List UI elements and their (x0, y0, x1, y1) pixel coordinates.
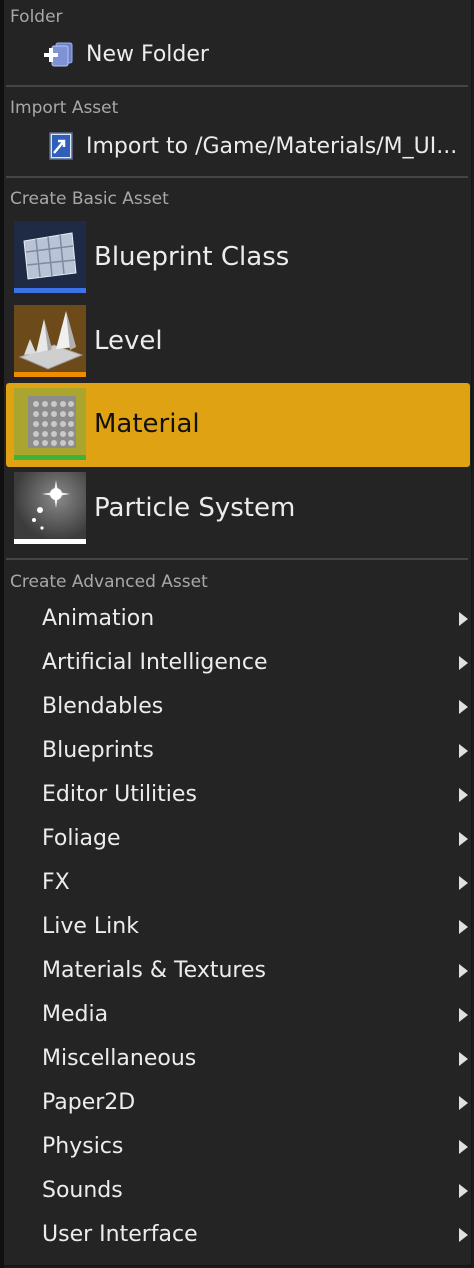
chevron-right-icon (459, 612, 468, 626)
chevron-right-icon (459, 1008, 468, 1022)
blueprint-class-icon (14, 221, 86, 293)
submenu-item-label: Materials & Textures (42, 958, 266, 983)
submenu-item-paper2d[interactable]: Paper2D (4, 1082, 472, 1126)
blueprint-class-label: Blueprint Class (94, 242, 290, 272)
submenu-item-editor-utilities[interactable]: Editor Utilities (4, 774, 472, 818)
submenu-item-label: Sounds (42, 1178, 123, 1203)
submenu-item-blueprints[interactable]: Blueprints (4, 730, 472, 774)
new-folder-menu-item[interactable]: New Folder (4, 34, 472, 74)
submenu-item-blendables[interactable]: Blendables (4, 686, 472, 730)
submenu-item-sounds[interactable]: Sounds (4, 1170, 472, 1214)
submenu-item-label: Blueprints (42, 738, 154, 763)
chevron-right-icon (459, 1052, 468, 1066)
level-color-bar (14, 372, 86, 377)
level-icon (14, 305, 86, 377)
chevron-right-icon (459, 832, 468, 846)
chevron-right-icon (459, 964, 468, 978)
submenu-item-label: Foliage (42, 826, 121, 851)
section-header-advanced: Create Advanced Asset (10, 572, 208, 592)
submenu-item-label: Media (42, 1002, 109, 1027)
chevron-right-icon (459, 920, 468, 934)
submenu-item-physics[interactable]: Physics (4, 1126, 472, 1170)
chevron-right-icon (459, 744, 468, 758)
chevron-right-icon (459, 1140, 468, 1154)
submenu-item-label: Blendables (42, 694, 164, 719)
submenu-item-label: Paper2D (42, 1090, 136, 1115)
submenu-item-label: Physics (42, 1134, 124, 1159)
submenu-item-label: FX (42, 870, 70, 895)
blueprint-class-menu-item[interactable]: Blueprint Class (6, 216, 470, 300)
submenu-item-label: User Interface (42, 1222, 198, 1247)
separator (6, 176, 468, 178)
chevron-right-icon (459, 788, 468, 802)
submenu-item-live-link[interactable]: Live Link (4, 906, 472, 950)
chevron-right-icon (459, 876, 468, 890)
section-header-basic: Create Basic Asset (10, 189, 169, 209)
chevron-right-icon (459, 700, 468, 714)
context-menu: Folder New Folder Import Asset Import to… (4, 0, 472, 1266)
submenu-item-label: Live Link (42, 914, 139, 939)
submenu-item-media[interactable]: Media (4, 994, 472, 1038)
submenu-item-label: Miscellaneous (42, 1046, 197, 1071)
new-folder-label: New Folder (86, 42, 209, 67)
chevron-right-icon (459, 1184, 468, 1198)
level-label: Level (94, 326, 163, 356)
submenu-item-label: Editor Utilities (42, 782, 197, 807)
material-label: Material (94, 409, 200, 439)
import-label: Import to /Game/Materials/M_UI... (86, 134, 458, 159)
section-header-import: Import Asset (10, 98, 119, 118)
material-icon (14, 388, 86, 460)
submenu-item-materials-textures[interactable]: Materials & Textures (4, 950, 472, 994)
import-icon (42, 129, 76, 163)
submenu-item-label: Artificial Intelligence (42, 650, 268, 675)
new-folder-icon (42, 37, 76, 71)
particle-system-menu-item[interactable]: Particle System (6, 467, 470, 551)
material-color-bar (14, 455, 86, 460)
chevron-right-icon (459, 656, 468, 670)
blueprint-class-color-bar (14, 288, 86, 293)
submenu-item-miscellaneous[interactable]: Miscellaneous (4, 1038, 472, 1082)
submenu-item-animation[interactable]: Animation (4, 598, 472, 642)
separator (6, 85, 468, 87)
chevron-right-icon (459, 1096, 468, 1110)
chevron-right-icon (459, 1228, 468, 1242)
particle-system-icon (14, 472, 86, 544)
material-menu-item[interactable]: Material (6, 383, 470, 467)
submenu-item-foliage[interactable]: Foliage (4, 818, 472, 862)
import-menu-item[interactable]: Import to /Game/Materials/M_UI... (4, 126, 472, 166)
section-header-folder: Folder (10, 7, 63, 27)
level-menu-item[interactable]: Level (6, 300, 470, 384)
submenu-item-fx[interactable]: FX (4, 862, 472, 906)
particle-system-label: Particle System (94, 493, 296, 523)
submenu-item-label: Animation (42, 606, 155, 631)
separator (6, 558, 468, 560)
submenu-item-user-interface[interactable]: User Interface (4, 1214, 472, 1258)
submenu-item-artificial-intelligence[interactable]: Artificial Intelligence (4, 642, 472, 686)
particle-system-color-bar (14, 539, 86, 544)
